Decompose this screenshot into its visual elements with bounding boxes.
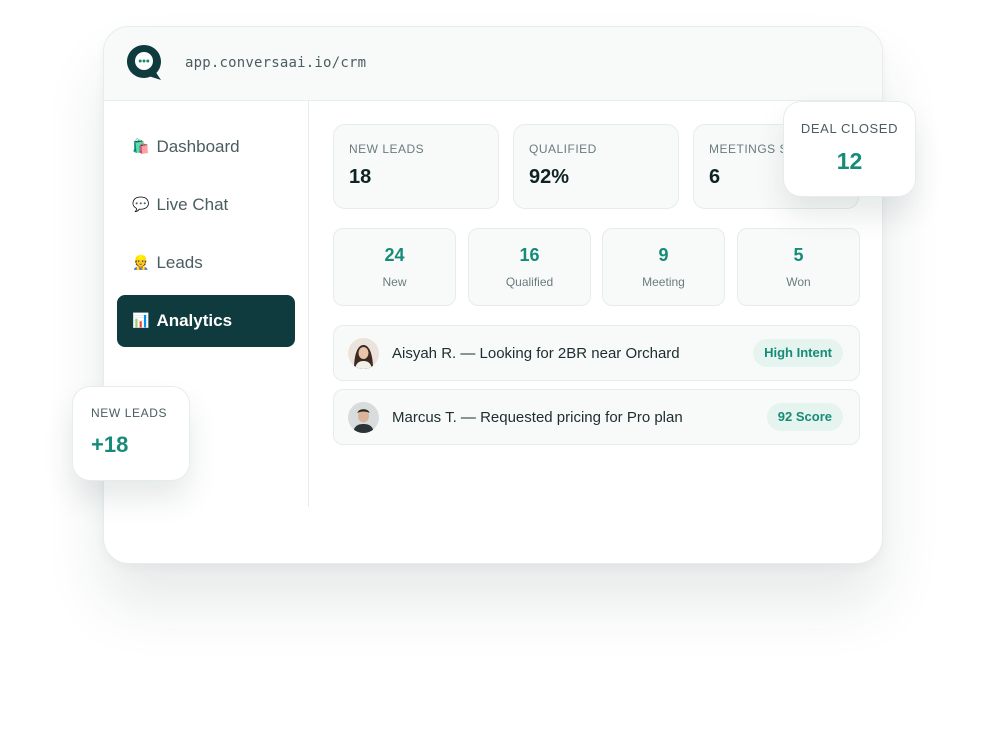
stat-card-new-leads: NEW LEADS 18 xyxy=(333,124,499,209)
stat-value: 18 xyxy=(349,166,372,188)
deal-closed-card: DEAL CLOSED 12 xyxy=(783,101,916,197)
url-text[interactable]: app.conversaai.io/crm xyxy=(185,55,366,71)
sidebar-item-analytics[interactable]: 📊 Analytics xyxy=(117,295,295,347)
pipeline-label: Won xyxy=(786,275,811,289)
chat-bubble-icon[interactable] xyxy=(126,44,162,82)
sidebar-item-label: Leads xyxy=(156,253,203,272)
sidebar-item-dashboard[interactable]: 🛍️ Dashboard xyxy=(117,121,295,173)
pipeline-count: 24 xyxy=(384,245,405,265)
pipeline-label: Qualified xyxy=(505,275,554,289)
pipeline-card-qualified: 16 Qualified xyxy=(468,228,591,306)
sidebar-item-label: Dashboard xyxy=(156,137,240,156)
avatar xyxy=(348,401,379,433)
pipeline-count: 16 xyxy=(519,245,540,265)
pipeline-card-meeting: 9 Meeting xyxy=(602,228,725,306)
pipeline-count: 5 xyxy=(793,245,804,265)
deal-closed-value: 12 xyxy=(836,148,863,174)
stat-card-qualified: QUALIFIED 92% xyxy=(513,124,679,209)
shopping-bag-icon: 🛍️ xyxy=(132,139,150,155)
new-leads-card: NEW LEADS +18 xyxy=(72,386,190,481)
lead-row[interactable]: Aisyah R. — Looking for 2BR near Orchard… xyxy=(333,325,860,381)
sidebar-item-label: Analytics xyxy=(156,311,233,330)
avatar xyxy=(348,337,379,369)
pipeline-label: Meeting xyxy=(642,275,685,289)
worker-icon: 👷 xyxy=(132,255,150,271)
status-badge: High Intent xyxy=(753,339,843,367)
new-leads-value: +18 xyxy=(91,432,129,457)
lead-description: Aisyah R. — Looking for 2BR near Orchard xyxy=(392,344,680,362)
pipeline-card-new: 24 New xyxy=(333,228,456,306)
sidebar-item-live-chat[interactable]: 💬 Live Chat xyxy=(117,179,295,231)
status-badge: 92 Score xyxy=(766,403,843,431)
pipeline-label: New xyxy=(382,275,407,289)
bar-chart-icon: 📊 xyxy=(132,313,150,329)
sidebar-item-label: Live Chat xyxy=(156,195,229,214)
pipeline-card-won: 5 Won xyxy=(737,228,860,306)
pipeline-count: 9 xyxy=(658,245,669,265)
app-window: app.conversaai.io/crm 🛍️ Dashboard 💬 Liv… xyxy=(103,26,883,564)
sidebar-item-leads[interactable]: 👷 Leads xyxy=(117,237,295,289)
lead-description: Marcus T. — Requested pricing for Pro pl… xyxy=(392,408,683,426)
stat-label: NEW LEADS xyxy=(349,142,425,156)
deal-closed-label: DEAL CLOSED xyxy=(800,121,899,136)
new-leads-label: NEW LEADS xyxy=(91,406,168,420)
browser-bar: app.conversaai.io/crm xyxy=(104,27,882,101)
stat-label: QUALIFIED xyxy=(529,142,597,156)
lead-row[interactable]: Marcus T. — Requested pricing for Pro pl… xyxy=(333,389,860,445)
stat-value: 92% xyxy=(529,166,570,188)
speech-bubble-icon: 💬 xyxy=(132,197,150,213)
